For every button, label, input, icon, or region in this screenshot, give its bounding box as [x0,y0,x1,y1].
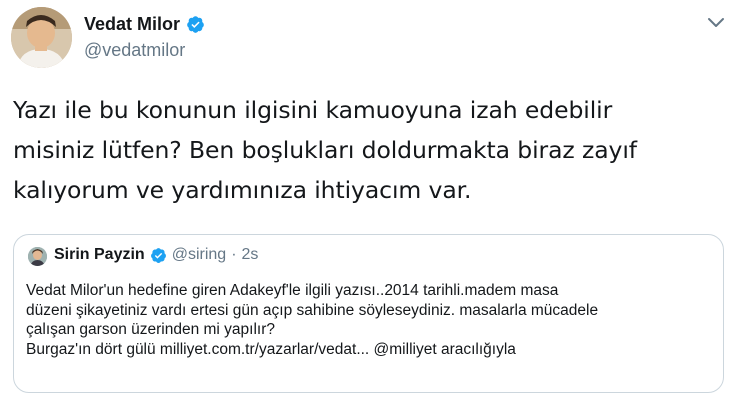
quoted-text-line: düzeni şikayetiniz vardı ertesi gün açıp… [26,301,599,319]
chevron-down-icon[interactable] [707,16,725,30]
quoted-header: Sirin Payzin @siring · 2s [54,246,258,264]
quoted-timestamp[interactable]: 2s [242,246,259,264]
tweet-text-line: misiniz lütfen? Ben boşlukları doldurmak… [13,136,637,164]
author-handle[interactable]: @vedatmilor [84,40,185,61]
quoted-separator: · [231,246,237,263]
quoted-author-name[interactable]: Sirin Payzin [54,246,145,264]
quoted-author-handle[interactable]: @siring [172,246,226,264]
quoted-author-avatar[interactable] [28,247,47,266]
tweet-text-line: kalıyorum ve yardımınıza ihtiyacım var. [13,176,472,204]
verified-badge-icon [150,247,166,263]
tweet-text-line: Yazı ile bu konunun ilgisini kamuoyuna i… [13,96,613,124]
quoted-tweet-card[interactable]: Sirin Payzin @siring · 2s Vedat Milor'un… [13,234,724,393]
author-name-row[interactable]: Vedat Milor [84,14,205,35]
quoted-text-line: çalışan garson üzerinden mi yapılır? [26,321,275,338]
author-avatar[interactable] [11,7,72,68]
quoted-text-line: Vedat Milor'un hedefine giren Adakeyf'le… [26,282,559,299]
author-name[interactable]: Vedat Milor [84,14,180,35]
tweet-text: Yazı ile bu konunun ilgisini kamuoyuna i… [13,90,713,210]
verified-badge-icon [187,16,204,33]
quoted-tweet-text: Vedat Milor'un hedefine giren Adakeyf'le… [26,281,716,359]
quoted-text-line: Burgaz'ın dört gülü milliyet.com.tr/yaza… [26,340,516,358]
